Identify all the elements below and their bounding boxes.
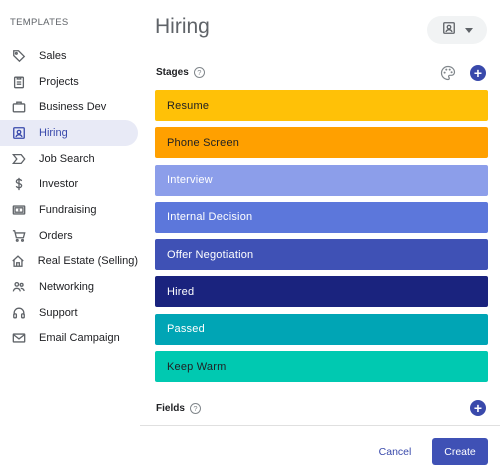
stage-phone-screen[interactable]: Phone Screen bbox=[155, 127, 488, 159]
add-field-button[interactable]: + bbox=[470, 400, 486, 416]
stages-help-icon[interactable]: ? bbox=[193, 67, 205, 78]
sidebar-item-job-search[interactable]: Job Search bbox=[0, 146, 138, 172]
sidebar-heading: TEMPLATES bbox=[10, 17, 69, 28]
sidebar-item-label: Orders bbox=[39, 229, 73, 242]
stages-section-label: Stages ? bbox=[156, 67, 205, 78]
stage-passed[interactable]: Passed bbox=[155, 313, 488, 345]
home-icon bbox=[11, 253, 26, 269]
stage-interview[interactable]: Interview bbox=[155, 164, 488, 196]
stage-keep-warm[interactable]: Keep Warm bbox=[155, 351, 488, 383]
stage-label: Resume bbox=[167, 99, 210, 112]
sidebar-item-label: Job Search bbox=[39, 152, 95, 165]
sidebar-item-label: Real Estate (Selling) bbox=[37, 255, 138, 268]
stage-label: Offer Negotiation bbox=[167, 248, 254, 261]
sidebar-item-fundraising[interactable]: Fundraising bbox=[0, 197, 138, 223]
badge-icon bbox=[11, 125, 27, 141]
sidebar-item-hiring[interactable]: Hiring bbox=[0, 120, 138, 146]
sidebar-item-label: Hiring bbox=[39, 126, 68, 139]
icon-selector-dropdown[interactable] bbox=[427, 16, 487, 44]
sidebar-item-real-estate-selling[interactable]: Real Estate (Selling) bbox=[0, 249, 138, 275]
sidebar-item-label: Business Dev bbox=[39, 101, 107, 114]
sidebar-item-networking[interactable]: Networking bbox=[0, 274, 138, 300]
stage-internal-decision[interactable]: Internal Decision bbox=[155, 201, 488, 233]
chevron-flag-icon bbox=[11, 151, 27, 167]
caret-down-icon bbox=[464, 27, 473, 33]
palette-icon[interactable] bbox=[440, 65, 456, 81]
templates-sidebar: TEMPLATES Sales Projects Business Dev Hirin… bbox=[0, 0, 138, 476]
sidebar-item-label: Support bbox=[39, 306, 78, 319]
fields-help-icon[interactable]: ? bbox=[189, 403, 201, 414]
badge-icon bbox=[442, 21, 456, 40]
stages-list: Resume Phone Screen Interview Internal Deci… bbox=[155, 90, 488, 388]
fields-label: Fields bbox=[156, 403, 185, 414]
stage-offer-negotiation[interactable]: Offer Negotiation bbox=[155, 239, 488, 271]
stage-label: Interview bbox=[167, 174, 213, 187]
footer-divider bbox=[140, 425, 500, 426]
sidebar-item-projects[interactable]: Projects bbox=[0, 69, 138, 95]
sidebar-item-label: Projects bbox=[39, 75, 79, 88]
sidebar-list: Sales Projects Business Dev Hiring Job Searc… bbox=[0, 43, 138, 351]
sidebar-item-sales[interactable]: Sales bbox=[0, 43, 138, 69]
sidebar-item-label: Email Campaign bbox=[39, 332, 120, 345]
sidebar-item-orders[interactable]: Orders bbox=[0, 223, 138, 249]
sidebar-item-label: Investor bbox=[39, 178, 79, 191]
briefcase-icon bbox=[11, 99, 27, 115]
fields-section-label: Fields ? bbox=[156, 403, 201, 414]
stage-label: Passed bbox=[167, 323, 205, 336]
people-icon bbox=[11, 279, 27, 295]
sidebar-item-label: Networking bbox=[39, 281, 95, 294]
stage-label: Hired bbox=[167, 285, 195, 298]
stage-label: Internal Decision bbox=[167, 211, 253, 224]
tag-icon bbox=[11, 48, 27, 64]
page-title: Hiring bbox=[155, 15, 210, 38]
cart-icon bbox=[11, 228, 27, 244]
headset-icon bbox=[11, 305, 27, 321]
cancel-button[interactable]: Cancel bbox=[372, 440, 418, 464]
sidebar-item-label: Sales bbox=[39, 49, 67, 62]
banknote-icon bbox=[11, 202, 27, 218]
stage-label: Keep Warm bbox=[167, 360, 227, 373]
stage-hired[interactable]: Hired bbox=[155, 276, 488, 308]
sidebar-item-email-campaign[interactable]: Email Campaign bbox=[0, 326, 138, 352]
sidebar-item-investor[interactable]: Investor bbox=[0, 171, 138, 197]
mail-icon bbox=[11, 330, 27, 346]
clipboard-icon bbox=[11, 74, 27, 90]
main-panel: Hiring Stages ? + Resume Phone Screen Inte… bbox=[140, 0, 500, 476]
dollar-icon bbox=[11, 176, 27, 192]
stage-resume[interactable]: Resume bbox=[155, 90, 488, 121]
stages-label: Stages bbox=[156, 67, 189, 78]
stage-label: Phone Screen bbox=[167, 136, 240, 149]
create-button[interactable]: Create bbox=[432, 438, 488, 465]
sidebar-item-label: Fundraising bbox=[39, 203, 97, 216]
add-stage-button[interactable]: + bbox=[470, 65, 486, 81]
sidebar-item-business-dev[interactable]: Business Dev bbox=[0, 94, 138, 120]
sidebar-item-support[interactable]: Support bbox=[0, 300, 138, 326]
